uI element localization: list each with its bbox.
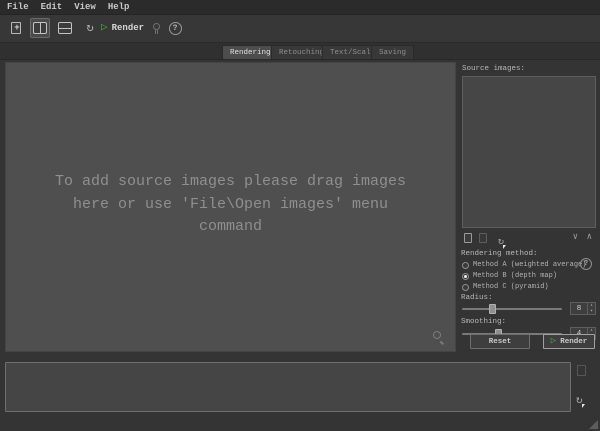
image-canvas[interactable]: To add source images please drag images … <box>5 62 456 352</box>
menu-edit[interactable]: Edit <box>41 2 71 12</box>
right-panel: Source images: ↻ ∨ ∧ Rendering method: M… <box>458 60 600 352</box>
bottom-rotate-button[interactable]: ↻ <box>576 390 583 408</box>
rotate-image-button[interactable]: ↻ <box>498 231 504 249</box>
move-down-button[interactable]: ∨ <box>573 232 578 242</box>
window-resize-grip[interactable] <box>589 420 598 429</box>
method-b-option[interactable]: Method B (depth map) <box>462 271 557 281</box>
method-c-label: Method C (pyramid) <box>473 283 549 291</box>
render-button[interactable]: ▷ Render <box>543 334 595 349</box>
wand-button[interactable] <box>146 18 166 38</box>
method-c-radio[interactable] <box>462 284 469 291</box>
source-images-label: Source images: <box>462 65 525 73</box>
play-icon: ▷ <box>101 23 108 34</box>
source-list-toolbar: ↻ ∨ ∧ <box>462 232 596 245</box>
new-document-icon: + <box>11 22 21 34</box>
play-icon: ▷ <box>551 337 556 346</box>
menu-bar: File Edit View Help <box>0 0 600 15</box>
method-c-option[interactable]: Method C (pyramid) <box>462 282 549 292</box>
radius-slider-handle[interactable] <box>489 304 496 314</box>
rendering-method-label: Rendering method: <box>461 250 538 258</box>
radius-label: Radius: <box>461 294 493 302</box>
toolbar: + ↻ ▷ Render ? <box>0 15 600 43</box>
tab-bar: Rendering Retouching Text/Scale Saving <box>0 43 600 60</box>
reset-button-label: Reset <box>489 338 512 346</box>
vertical-split-icon <box>33 22 47 34</box>
render-toolbar-label: Render <box>112 23 144 33</box>
menu-help[interactable]: Help <box>108 2 138 12</box>
method-help-icon[interactable]: ? <box>580 258 592 270</box>
radius-slider-track[interactable] <box>462 308 562 310</box>
drop-hint-text: To add source images please drag images … <box>6 171 455 239</box>
radius-spinbox[interactable]: 8 ▴ ▾ <box>570 302 596 315</box>
move-up-button[interactable]: ∧ <box>587 232 592 242</box>
helicon-focus-window: File Edit View Help + ↻ ▷ Render ? Rende… <box>0 0 600 431</box>
method-a-radio[interactable] <box>462 262 469 269</box>
method-b-label: Method B (depth map) <box>473 272 557 280</box>
radius-value: 8 <box>571 305 587 313</box>
radius-slider-row: 8 ▴ ▾ <box>462 303 596 315</box>
method-a-option[interactable]: Method A (weighted average) <box>462 260 586 270</box>
horizontal-split-view-button[interactable] <box>55 18 75 38</box>
refresh-icon: ↻ <box>86 22 93 34</box>
lamp-icon <box>153 23 160 34</box>
menu-file[interactable]: File <box>7 2 37 12</box>
bottom-panel: ↻ <box>0 352 600 431</box>
vertical-split-view-button[interactable] <box>30 18 50 38</box>
horizontal-split-icon <box>58 22 72 34</box>
source-images-list[interactable] <box>462 76 596 228</box>
method-a-label: Method A (weighted average) <box>473 261 586 269</box>
radius-spin-down[interactable]: ▾ <box>588 309 595 315</box>
render-button-label: Render <box>560 338 587 346</box>
method-b-radio[interactable] <box>462 273 469 280</box>
add-image-icon[interactable] <box>464 233 472 243</box>
smoothing-label: Smoothing: <box>461 318 506 326</box>
remove-image-icon[interactable] <box>479 233 487 243</box>
output-log-box[interactable] <box>5 362 571 412</box>
open-images-button[interactable]: + <box>6 18 26 38</box>
menu-view[interactable]: View <box>74 2 104 12</box>
help-icon: ? <box>169 22 182 35</box>
reset-button[interactable]: Reset <box>470 334 530 349</box>
magnifier-icon[interactable] <box>433 331 445 343</box>
tab-saving[interactable]: Saving <box>371 45 414 59</box>
help-button[interactable]: ? <box>165 18 185 38</box>
document-icon[interactable] <box>577 365 586 376</box>
render-toolbar-button[interactable]: ▷ Render <box>95 18 150 38</box>
